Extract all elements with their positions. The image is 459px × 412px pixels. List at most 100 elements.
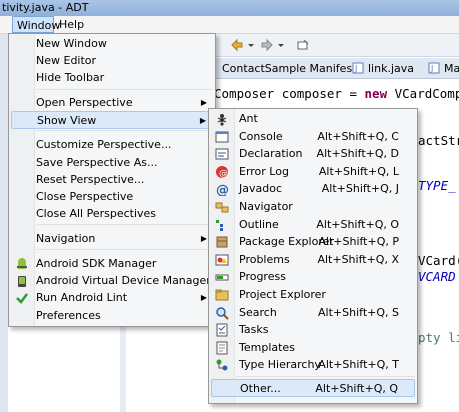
- menu-item-close-perspective[interactable]: Close Perspective: [11, 188, 213, 206]
- view-item-project-explorer[interactable]: Project Explorer: [211, 286, 415, 304]
- title-bar: tivity.java - ADT: [0, 0, 459, 16]
- view-item-label: Console: [239, 129, 283, 143]
- view-item-templates[interactable]: Templates: [211, 339, 415, 357]
- editor-tabs: ContactSample Manifest J link.java J Ma: [214, 58, 459, 79]
- submenu-arrow-icon: ▶: [200, 98, 207, 107]
- view-item-ant[interactable]: Ant: [211, 110, 415, 128]
- java-file-icon: J: [428, 62, 440, 74]
- view-item-search[interactable]: Search Alt+Shift+Q, S: [211, 304, 415, 322]
- shortcut-text: Alt+Shift+Q, Q: [315, 382, 398, 395]
- code-line: VCard(: [418, 253, 459, 268]
- view-item-label: Project Explorer: [239, 288, 326, 301]
- code-line: Composer composer = new VCardCompo: [214, 86, 459, 101]
- tab-contactsample-manifest[interactable]: ContactSample Manifest: [222, 61, 356, 77]
- lint-check-icon: [15, 291, 29, 305]
- console-icon: [215, 130, 229, 144]
- menu-item-open-perspective[interactable]: Open Perspective ▶: [11, 94, 213, 112]
- menu-item-label: Hide Toolbar: [36, 71, 105, 84]
- view-item-label: Ant: [239, 112, 258, 125]
- view-item-problems[interactable]: Problems Alt+Shift+Q, X: [211, 251, 415, 269]
- submenu-arrow-icon: ▶: [199, 116, 206, 125]
- view-item-label: Type Hierarchy: [239, 358, 321, 372]
- menu-item-reset-perspective[interactable]: Reset Perspective...: [11, 171, 213, 189]
- view-item-label: Other...: [240, 382, 281, 395]
- svg-text:J: J: [430, 64, 433, 73]
- android-avd-icon: [15, 274, 29, 288]
- code-line: TYPE_: [418, 178, 456, 193]
- view-item-type-hierarchy[interactable]: Type Hierarchy Alt+Shift+Q, T: [211, 356, 415, 374]
- view-item-label: Outline: [239, 217, 279, 231]
- forward-arrow-icon[interactable]: [260, 38, 274, 52]
- menu-item-new-window[interactable]: New Window: [11, 35, 213, 53]
- menu-item-navigation[interactable]: Navigation ▶: [11, 230, 213, 248]
- menu-item-customize-perspective[interactable]: Customize Perspective...: [11, 136, 213, 154]
- menu-item-hide-toolbar[interactable]: Hide Toolbar: [11, 69, 213, 87]
- back-arrow-icon[interactable]: [230, 38, 244, 52]
- window-title: tivity.java - ADT: [2, 1, 89, 14]
- shortcut-text: Alt+Shift+Q, S: [318, 305, 399, 319]
- view-item-console[interactable]: Console Alt+Shift+Q, C: [211, 128, 415, 146]
- view-item-navigator[interactable]: Navigator: [211, 198, 415, 216]
- menu-item-show-view[interactable]: Show View ▶: [11, 111, 213, 129]
- left-trim: [0, 34, 8, 412]
- view-item-label: Search: [239, 305, 277, 319]
- menu-help[interactable]: Help: [55, 16, 88, 33]
- view-item-label: Tasks: [239, 323, 269, 337]
- tab-link-java[interactable]: link.java: [368, 61, 414, 77]
- menu-item-label: Open Perspective: [36, 96, 133, 109]
- submenu-arrow-icon: ▶: [200, 293, 207, 302]
- menu-item-label: Show View: [37, 114, 97, 127]
- javadoc-icon: @: [215, 182, 229, 198]
- pin-editor-icon[interactable]: [296, 38, 310, 52]
- menu-window[interactable]: Window: [12, 16, 60, 33]
- view-item-package-explorer[interactable]: Package Explorer Alt+Shift+Q, P: [211, 233, 415, 251]
- menu-separator: [237, 376, 415, 377]
- shortcut-text: Alt+Shift+Q, J: [321, 182, 399, 196]
- svg-text:@: @: [216, 183, 229, 196]
- view-item-label: Problems: [239, 252, 290, 266]
- error-log-icon: @: [215, 165, 229, 179]
- view-item-outline[interactable]: Outline Alt+Shift+Q, O: [211, 216, 415, 234]
- menu-separator: [37, 130, 213, 131]
- java-file-icon: J: [352, 62, 364, 74]
- chevron-down-icon[interactable]: [278, 38, 284, 52]
- menu-bar: Window Help: [0, 16, 459, 34]
- submenu-arrow-icon: ▶: [200, 234, 207, 243]
- menu-item-label: Customize Perspective...: [36, 138, 172, 151]
- tab-partial[interactable]: Ma: [444, 61, 459, 77]
- menu-item-android-sdk-manager[interactable]: Android SDK Manager: [11, 255, 213, 273]
- project-explorer-icon: [215, 288, 229, 302]
- menu-item-save-perspective-as[interactable]: Save Perspective As...: [11, 154, 213, 172]
- shortcut-text: Alt+Shift+Q, X: [317, 252, 399, 266]
- menu-separator: [37, 89, 213, 90]
- menu-item-preferences[interactable]: Preferences: [11, 307, 213, 325]
- menu-item-label: Preferences: [36, 309, 101, 322]
- view-item-javadoc[interactable]: @ Javadoc Alt+Shift+Q, J: [211, 180, 415, 198]
- code-line: VCARD: [418, 269, 456, 284]
- menu-separator: [37, 224, 213, 225]
- shortcut-text: Alt+Shift+Q, C: [317, 129, 399, 143]
- progress-icon: [215, 270, 229, 284]
- templates-icon: [215, 341, 229, 355]
- chevron-down-icon[interactable]: [248, 38, 254, 52]
- view-item-other[interactable]: Other... Alt+Shift+Q, Q: [211, 379, 415, 397]
- tasks-icon: [215, 323, 229, 337]
- view-item-label: Navigator: [239, 200, 293, 213]
- menu-item-label: Navigation: [36, 232, 96, 245]
- menu-item-new-editor[interactable]: New Editor: [11, 52, 213, 70]
- view-item-label: Progress: [239, 270, 286, 284]
- menu-item-android-virtual-device-manager[interactable]: Android Virtual Device Manager: [11, 272, 213, 290]
- view-item-tasks[interactable]: Tasks: [211, 321, 415, 339]
- outline-icon: [215, 218, 229, 232]
- view-item-error-log[interactable]: @ Error Log Alt+Shift+Q, L: [211, 163, 415, 181]
- menu-item-label: New Window: [36, 37, 107, 50]
- menu-item-close-all-perspectives[interactable]: Close All Perspectives: [11, 205, 213, 223]
- menu-separator: [37, 249, 213, 250]
- declaration-icon: [215, 147, 229, 161]
- shortcut-text: Alt+Shift+Q, D: [316, 147, 399, 161]
- view-item-progress[interactable]: Progress: [211, 268, 415, 286]
- svg-text:J: J: [354, 64, 357, 73]
- navigator-icon: [215, 200, 229, 214]
- view-item-declaration[interactable]: Declaration Alt+Shift+Q, D: [211, 145, 415, 163]
- menu-item-run-android-lint[interactable]: Run Android Lint ▶: [11, 289, 213, 307]
